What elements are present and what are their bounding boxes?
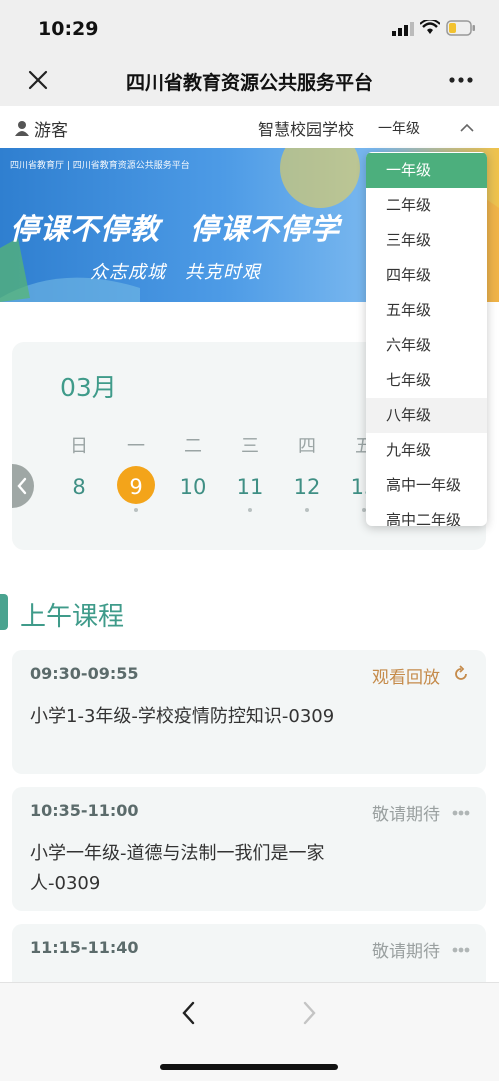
- day-cell[interactable]: 11: [230, 475, 270, 499]
- course-time: 09:30-09:55: [30, 664, 139, 683]
- grade-option[interactable]: 高中二年级: [366, 503, 487, 526]
- page-title: 四川省教育资源公共服务平台: [125, 72, 373, 94]
- forward-arrow-icon[interactable]: [300, 1001, 318, 1025]
- day-dot: [305, 508, 309, 512]
- weekday-label: 二: [184, 436, 202, 457]
- course-time: 10:35-11:00: [30, 801, 139, 820]
- more-icon[interactable]: [448, 76, 474, 84]
- banner-header: 四川省教育厅 | 四川省教育资源公共服务平台: [10, 161, 190, 171]
- ellipsis-icon: [452, 947, 470, 953]
- user-bar: 游客 智慧校园学校 一年级: [0, 106, 499, 148]
- grade-option[interactable]: 高中一年级: [366, 468, 487, 503]
- course-time: 11:15-11:40: [30, 938, 139, 957]
- weekday-label: 三: [241, 436, 259, 457]
- home-indicator: [160, 1064, 338, 1070]
- grade-option[interactable]: 六年级: [366, 328, 487, 363]
- pending-status: 敬请期待: [372, 805, 440, 825]
- chevron-up-icon[interactable]: [460, 123, 474, 132]
- section-title: 上午课程: [20, 602, 125, 632]
- course-name: 小学1-3年级-学校疫情防控知识-0309: [30, 706, 335, 727]
- grade-option[interactable]: 五年级: [366, 293, 487, 328]
- chevron-left-icon: [17, 477, 27, 495]
- grade-option[interactable]: 九年级: [366, 433, 487, 468]
- user-icon: [15, 121, 29, 136]
- replay-icon[interactable]: [452, 665, 470, 683]
- grade-dropdown: 一年级 二年级 三年级 四年级 五年级 六年级 七年级 八年级 九年级 高中一年…: [366, 152, 487, 526]
- day-dot: [134, 508, 138, 512]
- banner-slogan-sub: 众志成城 共克时艰: [90, 262, 261, 283]
- replay-button[interactable]: 观看回放: [372, 663, 440, 688]
- grade-select[interactable]: 一年级: [378, 118, 420, 138]
- status-time: 10:29: [38, 18, 99, 40]
- day-cell[interactable]: 10: [173, 475, 213, 499]
- signal-icon: [392, 22, 414, 36]
- weekday-label: 日: [70, 436, 88, 457]
- school-name: 智慧校园学校: [258, 120, 355, 139]
- section-accent-bar: [0, 594, 8, 630]
- user-name[interactable]: 游客: [34, 116, 68, 141]
- grade-option[interactable]: 七年级: [366, 363, 487, 398]
- day-cell[interactable]: 8: [59, 475, 99, 499]
- pending-status: 敬请期待: [372, 942, 440, 962]
- grade-option[interactable]: 三年级: [366, 223, 487, 258]
- weekday-label: 一: [127, 436, 145, 457]
- nav-bar: 四川省教育资源公共服务平台: [0, 56, 499, 106]
- grade-option[interactable]: 二年级: [366, 188, 487, 223]
- wifi-icon: [420, 20, 440, 34]
- grade-option-selected[interactable]: 一年级: [366, 153, 487, 188]
- day-cell-selected[interactable]: 9: [116, 475, 156, 499]
- grade-option[interactable]: 四年级: [366, 258, 487, 293]
- day-dot: [248, 508, 252, 512]
- course-card[interactable]: 09:30-09:55 观看回放 小学1-3年级-学校疫情防控知识-0309: [12, 650, 486, 774]
- battery-icon: [446, 20, 475, 36]
- ellipsis-icon: [452, 810, 470, 816]
- weekday-label: 四: [298, 436, 316, 457]
- prev-week-button[interactable]: [12, 464, 34, 508]
- status-bar: 10:29: [0, 0, 499, 56]
- banner-slogan-main: 停课不停教 停课不停学: [10, 212, 341, 246]
- course-name: 小学一年级-道德与法制一我们是一家人-0309: [30, 843, 325, 894]
- back-arrow-icon[interactable]: [180, 1001, 198, 1025]
- month-label: 03月: [60, 373, 117, 402]
- course-card[interactable]: 10:35-11:00 敬请期待 小学一年级-道德与法制一我们是一家人-0309: [12, 787, 486, 911]
- day-cell[interactable]: 12: [287, 475, 327, 499]
- grade-option-highlighted[interactable]: 八年级: [366, 398, 487, 433]
